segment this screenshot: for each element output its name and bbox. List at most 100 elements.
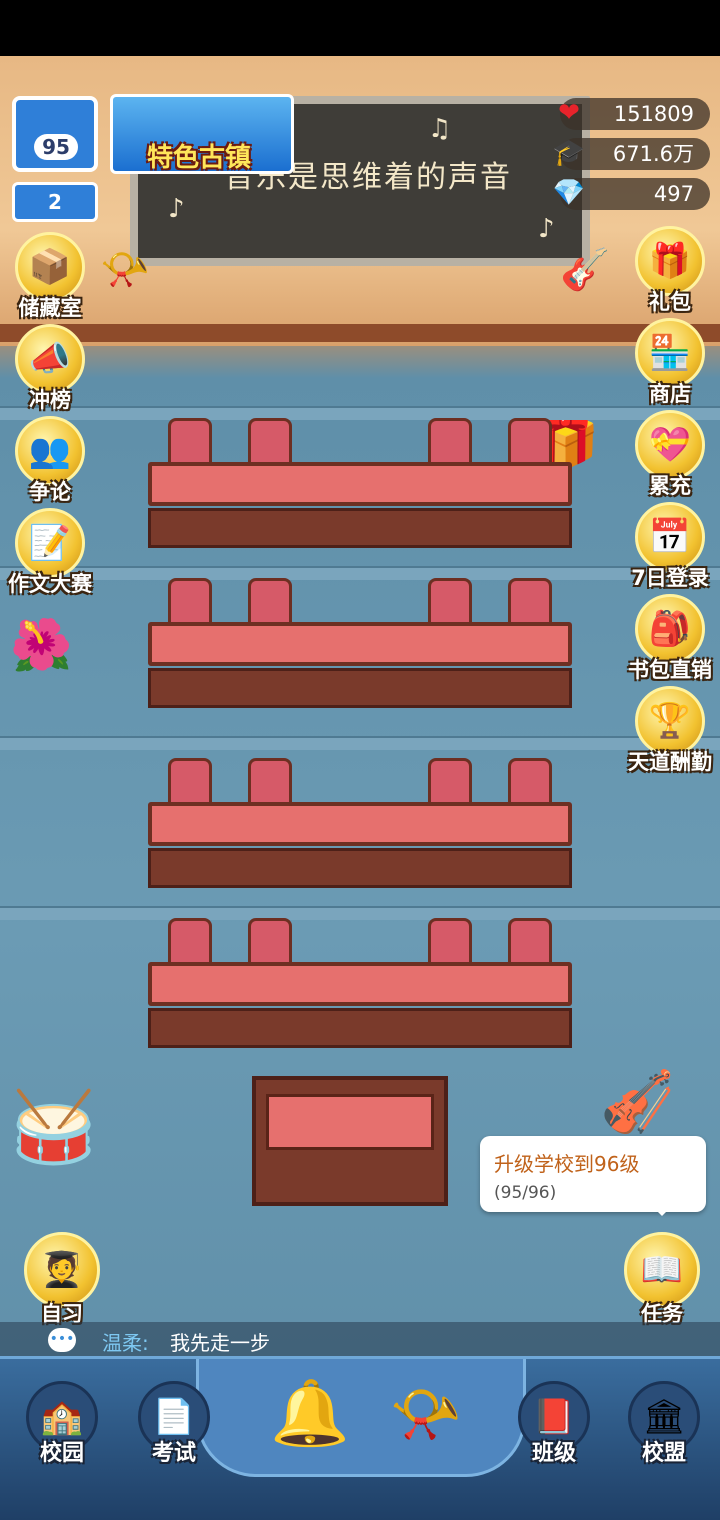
music-note-icon: ♪ — [538, 214, 555, 244]
desk-row[interactable] — [148, 802, 572, 892]
floor-step — [0, 736, 720, 750]
chair — [428, 918, 472, 968]
chat-bar[interactable]: ••• 温柔: 我先走一步 — [0, 1322, 720, 1360]
chair — [508, 918, 552, 968]
music-note-icon: ♫ — [428, 114, 452, 144]
desk-front — [148, 848, 572, 888]
side-label: 书包直销 — [628, 658, 712, 682]
heart-icon: ❤ — [558, 98, 580, 128]
storage-room-button[interactable]: 📦 储藏室 — [0, 232, 100, 322]
classroom-scene: 音乐是思维着的声音 ♪ ♫ ♪ 📯 🎸 🌺 🥁 🎻 🎁 95 2 特色古镇 ❤ … — [0, 56, 720, 1520]
side-label: 礼包 — [649, 290, 691, 314]
floor-step — [0, 566, 720, 580]
essay-contest-button[interactable]: 📝 作文大赛 — [0, 508, 100, 598]
side-label: 储藏室 — [18, 296, 82, 320]
school-level-badge[interactable]: 95 — [12, 96, 98, 172]
debate-button[interactable]: 👥 争论 — [0, 416, 100, 506]
stat-knowledge: 🎓 671.6万 — [553, 138, 710, 170]
nav-class[interactable]: 📕 班级 — [506, 1381, 602, 1467]
chat-bubble-icon: ••• — [48, 1328, 76, 1352]
seven-day-login-button[interactable]: 📅 7日登录 — [620, 502, 720, 592]
cumulative-recharge-button[interactable]: 💝 累充 — [620, 410, 720, 500]
harp-icon: 🎻 — [600, 1067, 675, 1137]
desk-row[interactable] — [148, 622, 572, 712]
gem-icon: 💎 — [552, 178, 586, 208]
chat-message: 我先走一步 — [170, 1331, 270, 1355]
chair — [508, 758, 552, 808]
task-book-icon: 📖 — [624, 1232, 700, 1308]
schoolbag-sale-button[interactable]: 🎒 书包直销 — [620, 594, 720, 684]
chair — [428, 578, 472, 628]
ranking-button[interactable]: 📣 冲榜 — [0, 324, 100, 414]
floor-step — [0, 906, 720, 920]
school-level-value: 95 — [34, 134, 78, 160]
floor-step — [0, 406, 720, 420]
tooltip-progress: (95/96) — [494, 1183, 557, 1203]
stat-hearts: ❤ 151809 — [558, 98, 710, 130]
nav-label: 校园 — [39, 1441, 84, 1466]
side-label: 争论 — [29, 480, 71, 504]
chair — [168, 578, 212, 628]
side-label: 作文大赛 — [8, 572, 92, 596]
nav-label: 考试 — [151, 1441, 196, 1466]
nav-alliance[interactable]: 🏛 校盟 — [616, 1381, 712, 1467]
nav-campus[interactable]: 🏫 校园 — [14, 1381, 110, 1467]
center-well — [196, 1359, 526, 1477]
gift-pack-button[interactable]: 🎁 礼包 — [620, 226, 720, 316]
chat-sender: 温柔: — [102, 1331, 149, 1355]
stat-value: 671.6万 — [612, 142, 694, 166]
chair — [248, 418, 292, 468]
stat-gems: 💎 497 — [553, 178, 710, 210]
podium-top — [266, 1094, 434, 1150]
desk-top — [148, 962, 572, 1006]
side-label: 7日登录 — [631, 566, 709, 590]
upgrade-tooltip[interactable]: 升级学校到96级 (95/96) — [480, 1136, 706, 1216]
student-studying-icon: 🧑‍🎓 — [24, 1232, 100, 1308]
nav-label: 班级 — [531, 1441, 576, 1466]
teacher-podium[interactable] — [252, 1076, 448, 1206]
desk-row[interactable] — [148, 962, 572, 1052]
music-note-icon: ♪ — [168, 194, 185, 224]
chair — [508, 418, 552, 468]
side-label: 天道酬勤 — [628, 750, 712, 774]
desk-front — [148, 668, 572, 708]
bell-icon[interactable]: 🔔 — [270, 1371, 350, 1457]
drum-kit-icon: 🥁 — [10, 1086, 98, 1168]
desk-front — [148, 1008, 572, 1048]
chair — [248, 758, 292, 808]
bottom-nav: 🔔 📯 🏫 校园 📄 考试 📕 班级 🏛 校盟 — [0, 1356, 720, 1520]
desk-row[interactable] — [148, 462, 572, 552]
diligence-reward-button[interactable]: 🏆 天道酬勤 — [620, 686, 720, 776]
shop-button[interactable]: 🏪 商店 — [620, 318, 720, 408]
chair — [428, 418, 472, 468]
gramophone-icon: 📯 — [100, 247, 150, 293]
desk-top — [148, 802, 572, 846]
electric-guitar-icon: 🎸 — [560, 247, 610, 293]
side-label: 商店 — [649, 382, 691, 406]
graduation-cap-icon: 🎓 — [552, 138, 586, 168]
stat-value: 497 — [653, 182, 694, 206]
wall-trim — [0, 324, 720, 342]
chair — [248, 918, 292, 968]
crown-level-badge[interactable]: 2 — [12, 182, 98, 222]
nav-exam[interactable]: 📄 考试 — [126, 1381, 222, 1467]
side-label: 冲榜 — [29, 388, 71, 412]
self-study-button[interactable]: 🧑‍🎓 自习 — [12, 1232, 112, 1328]
chair — [168, 758, 212, 808]
chair — [168, 418, 212, 468]
town-banner-label: 特色古镇 — [147, 143, 252, 173]
desk-front — [148, 508, 572, 548]
chair — [168, 918, 212, 968]
chair — [428, 758, 472, 808]
tooltip-title: 升级学校到96级 — [494, 1152, 640, 1176]
whistle-icon[interactable]: 📯 — [376, 1379, 476, 1449]
tasks-button[interactable]: 📖 任务 — [612, 1232, 712, 1328]
desk-top — [148, 462, 572, 506]
chair — [508, 578, 552, 628]
potted-flower-icon: 🌺 — [10, 616, 73, 674]
stat-value: 151809 — [613, 102, 694, 126]
nav-label: 校盟 — [641, 1441, 686, 1466]
town-banner-button[interactable]: 特色古镇 — [110, 94, 294, 174]
chair — [248, 578, 292, 628]
crown-level-value: 2 — [48, 190, 62, 214]
